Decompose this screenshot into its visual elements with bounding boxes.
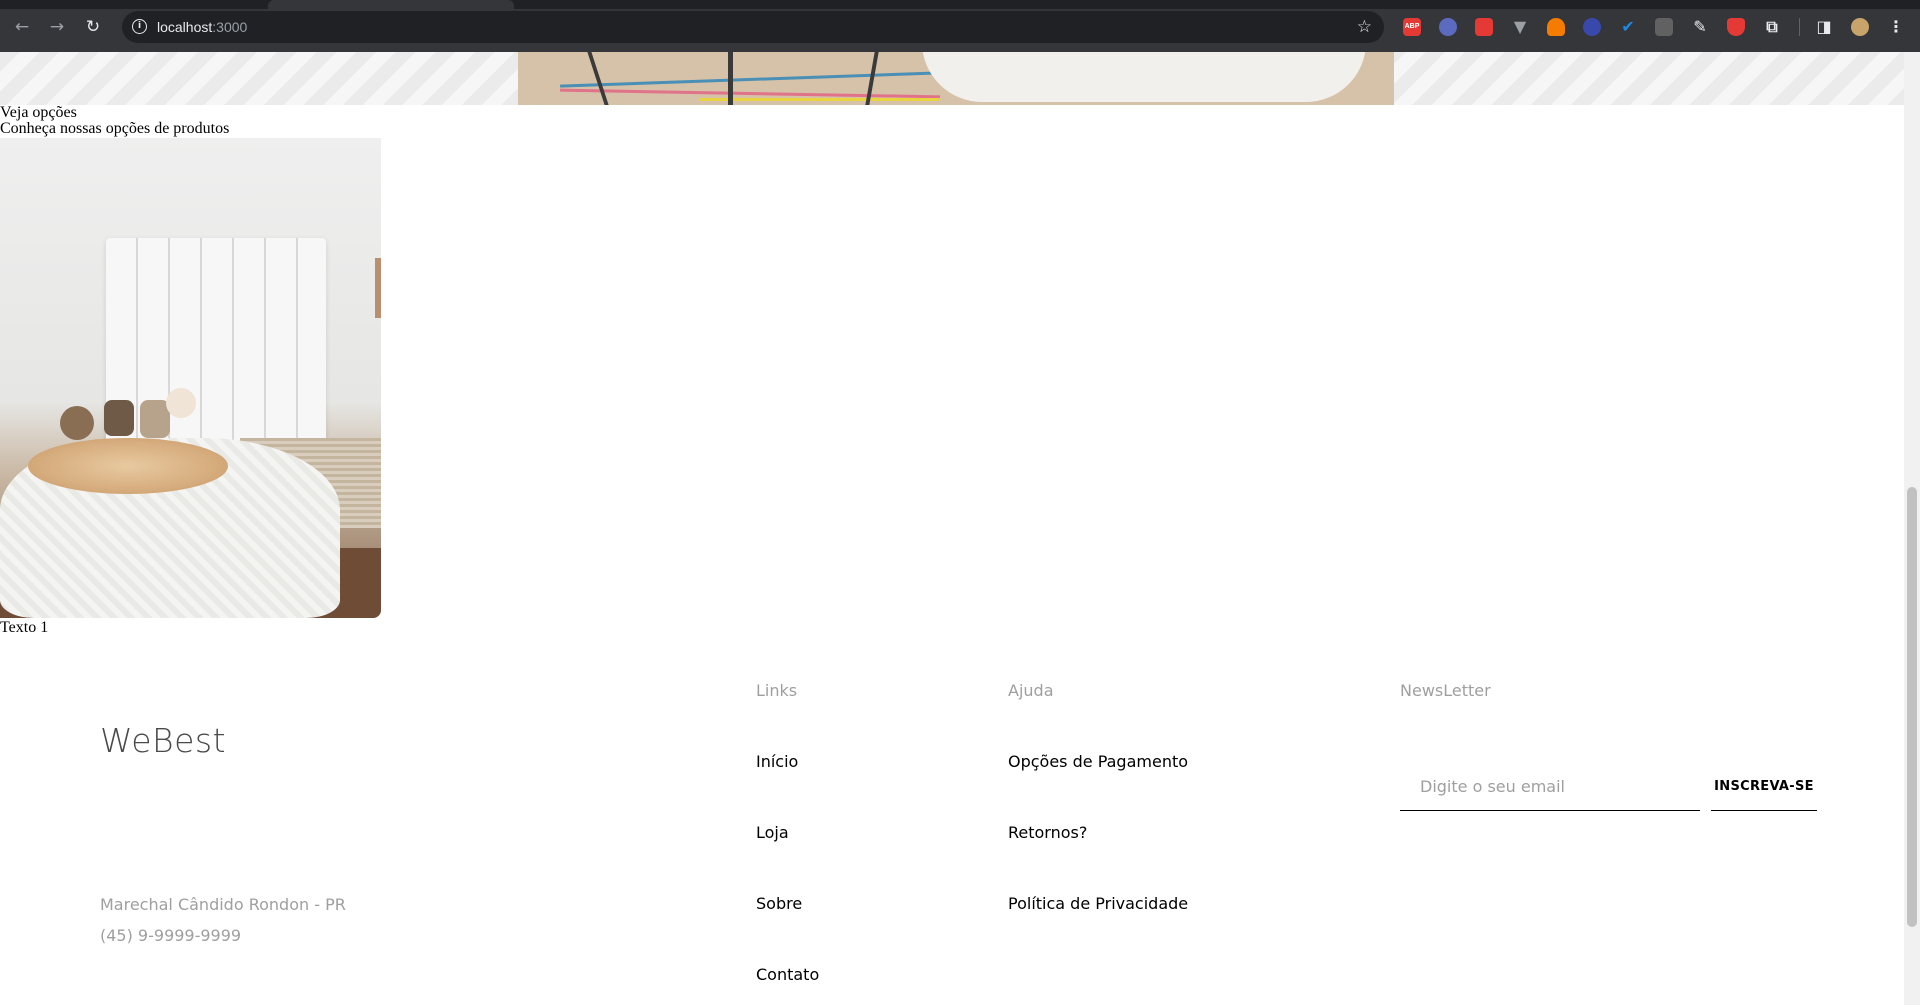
footer-link-loja[interactable]: Loja: [756, 823, 789, 842]
footer-link-sobre[interactable]: Sobre: [756, 894, 802, 913]
footer-links-heading: Links: [756, 681, 798, 700]
browser-toolbar: ← → ↻ i localhost:3000 ☆ ABP ▼ ✔ ✎ ⧉ ◨ ⋮: [0, 0, 1920, 52]
footer-help-heading: Ajuda: [1008, 681, 1054, 700]
back-icon[interactable]: ←: [9, 14, 35, 40]
chrome-menu-icon[interactable]: ⋮: [1887, 18, 1905, 36]
footer-location: Marechal Cândido Rondon - PR: [100, 895, 346, 914]
product-image-detail: [60, 406, 94, 440]
address-bar[interactable]: i localhost:3000 ☆: [122, 11, 1384, 43]
eye-extension-icon[interactable]: [1583, 18, 1601, 36]
forward-icon[interactable]: →: [44, 14, 70, 40]
footer-phone: (45) 9-9999-9999: [100, 926, 242, 945]
toolbar-divider: [1799, 18, 1800, 36]
footer-link-contato[interactable]: Contato: [756, 965, 819, 984]
product-image-detail: [106, 238, 326, 458]
section-subtitle: Conheça nossas opções de produtos: [0, 120, 230, 137]
product-image-detail: [375, 258, 381, 318]
extensions-puzzle-icon[interactable]: ⧉: [1763, 18, 1781, 36]
product-caption: Texto 1: [0, 619, 49, 636]
hero-rug-stripe: [700, 98, 940, 101]
hero-rug-stripe: [728, 52, 733, 105]
product-image[interactable]: [0, 138, 381, 618]
footer-link-privacy-policy[interactable]: Política de Privacidade: [1008, 894, 1188, 913]
active-tab[interactable]: [268, 0, 514, 9]
page-scrollbar-thumb[interactable]: [1907, 487, 1917, 927]
eyedropper-extension-icon[interactable]: ✎: [1691, 18, 1709, 36]
footer-brand: WeBest: [100, 721, 227, 760]
shield-extension-icon[interactable]: [1727, 18, 1745, 36]
adblock-plus-icon[interactable]: ABP: [1403, 18, 1421, 36]
bookmark-star-icon[interactable]: ☆: [1357, 11, 1372, 43]
section-title: Veja opções: [0, 104, 77, 121]
subscribe-button[interactable]: INSCREVA-SE: [1711, 763, 1817, 811]
vue-devtools-icon[interactable]: ▼: [1511, 18, 1529, 36]
footer-link-payment-options[interactable]: Opções de Pagamento: [1008, 752, 1188, 771]
glasses-extension-icon[interactable]: [1655, 18, 1673, 36]
tab-strip: [0, 0, 1920, 9]
footer-newsletter-heading: NewsLetter: [1400, 681, 1491, 700]
hero-pouf: [922, 52, 1366, 102]
page-viewport: Veja opções Conheça nossas opções de pro…: [0, 52, 1904, 1005]
url-host: localhost: [157, 19, 213, 35]
product-image-detail: [166, 388, 196, 418]
orange-extension-icon[interactable]: [1547, 18, 1565, 36]
url-text[interactable]: localhost:3000: [157, 11, 247, 43]
checkmark-extension-icon[interactable]: ✔: [1619, 18, 1637, 36]
footer-link-inicio[interactable]: Início: [756, 752, 798, 771]
cursor-extension-icon[interactable]: [1439, 18, 1457, 36]
red-puzzle-extension-icon[interactable]: [1475, 18, 1493, 36]
newsletter-email-input[interactable]: [1400, 763, 1700, 811]
url-port: :3000: [212, 19, 248, 35]
site-info-icon[interactable]: i: [132, 19, 147, 34]
footer-link-returns[interactable]: Retornos?: [1008, 823, 1087, 842]
product-image-detail: [104, 400, 134, 436]
profile-avatar[interactable]: [1851, 18, 1869, 36]
hero-image: [0, 52, 1904, 105]
product-image-detail: [28, 438, 228, 494]
reload-icon[interactable]: ↻: [80, 14, 106, 40]
side-panel-icon[interactable]: ◨: [1815, 18, 1833, 36]
